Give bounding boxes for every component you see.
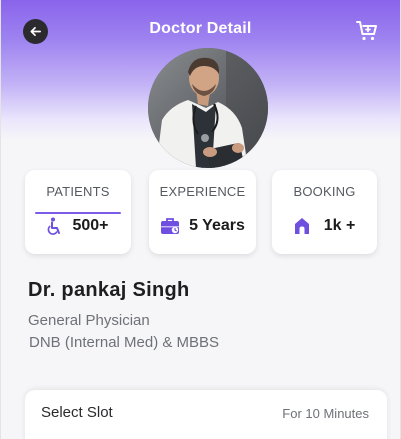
stat-value: 500+ xyxy=(72,217,109,234)
stat-value-row: 1k + xyxy=(272,217,377,235)
cart-button[interactable] xyxy=(354,18,380,44)
stats-row: PATIENTS 500+ EXPERIENCE 5 Years BOOKING… xyxy=(25,170,377,254)
home-icon xyxy=(294,218,309,234)
stat-card-booking[interactable]: BOOKING 1k + xyxy=(272,170,377,254)
slot-duration: For 10 Minutes xyxy=(282,406,369,421)
cart-icon xyxy=(356,21,377,41)
stat-value-row: 5 Years xyxy=(149,217,256,235)
slot-title: Select Slot xyxy=(41,404,113,421)
stat-label: EXPERIENCE xyxy=(159,184,246,199)
stat-value: 5 Years xyxy=(189,217,245,234)
briefcase-icon xyxy=(161,218,180,234)
stat-label: BOOKING xyxy=(293,184,356,199)
stat-value-row: 500+ xyxy=(25,217,131,235)
doctor-detail-screen: Doctor Detail PATIENTS 500+ EXPERIENCE 5… xyxy=(0,0,401,439)
doctor-name: Dr. pankaj Singh xyxy=(28,279,190,301)
doctor-photo xyxy=(148,48,268,168)
stat-value: 1k + xyxy=(323,217,356,234)
page-title: Doctor Detail xyxy=(149,20,252,37)
doctor-specialty: General Physician xyxy=(28,312,150,329)
doctor-degree: DNB (Internal Med) & MBBS xyxy=(29,334,220,351)
select-slot-card[interactable]: Select Slot For 10 Minutes xyxy=(25,390,387,439)
stat-card-patients[interactable]: PATIENTS 500+ xyxy=(25,170,131,254)
stat-card-experience[interactable]: EXPERIENCE 5 Years xyxy=(149,170,256,254)
doctor-avatar xyxy=(148,48,268,168)
wheelchair-icon xyxy=(48,217,61,235)
stat-label: PATIENTS xyxy=(46,184,110,199)
active-indicator xyxy=(35,212,121,214)
